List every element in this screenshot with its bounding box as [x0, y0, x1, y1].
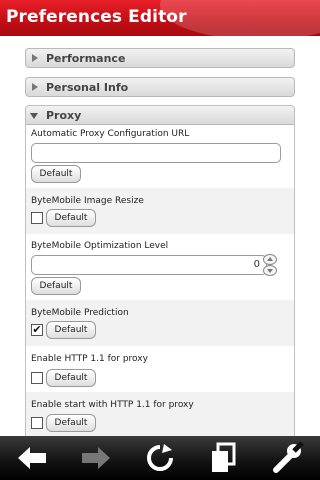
image-resize-checkbox[interactable]: [31, 212, 43, 224]
pref-label: ByteMobile Optimization Level: [31, 241, 169, 251]
tabs-icon: [212, 442, 236, 472]
pref-label: ByteMobile Image Resize: [31, 196, 144, 206]
forward-button[interactable]: [64, 436, 128, 480]
start-http11-checkbox[interactable]: [31, 417, 43, 429]
section-personal-info[interactable]: Personal Info: [25, 77, 295, 97]
spin-up-icon[interactable]: [263, 254, 277, 265]
bottom-toolbar: [0, 436, 320, 480]
prediction-checkbox[interactable]: ✔: [31, 324, 43, 336]
default-button[interactable]: Default: [46, 414, 96, 432]
expand-arrow-icon: [32, 83, 38, 91]
reload-icon: [147, 444, 173, 471]
collapse-arrow-icon: [30, 113, 38, 119]
pref-image-resize: ByteMobile Image Resize Default: [26, 188, 294, 234]
optimization-level-input[interactable]: 0: [31, 255, 267, 275]
default-button[interactable]: Default: [46, 321, 96, 339]
default-button[interactable]: Default: [46, 209, 96, 227]
default-button[interactable]: Default: [31, 277, 81, 295]
pref-auto-proxy-url: Automatic Proxy Configuration URL Defaul…: [26, 126, 294, 188]
tabs-button[interactable]: [192, 436, 256, 480]
http11-proxy-checkbox[interactable]: [31, 372, 43, 384]
pref-start-http11-proxy: Enable start with HTTP 1.1 for proxy Def…: [26, 392, 294, 436]
section-label: Performance: [46, 52, 126, 65]
pref-label: Automatic Proxy Configuration URL: [31, 129, 190, 139]
reload-button[interactable]: [128, 436, 192, 480]
preferences-content[interactable]: Performance Personal Info Proxy Automati…: [0, 36, 320, 436]
section-label: Personal Info: [46, 81, 129, 94]
pref-prediction: ByteMobile Prediction ✔ Default: [26, 300, 294, 346]
wrench-icon: [273, 442, 304, 473]
auto-proxy-url-input[interactable]: [31, 143, 281, 163]
section-performance[interactable]: Performance: [25, 48, 295, 68]
default-button[interactable]: Default: [46, 369, 96, 387]
section-label: Proxy: [46, 109, 82, 122]
section-proxy[interactable]: Proxy: [26, 106, 294, 125]
pref-label: Enable HTTP 1.1 for proxy: [31, 354, 148, 364]
settings-button[interactable]: [256, 436, 320, 480]
expand-arrow-icon: [32, 54, 38, 62]
forward-arrow-icon: [82, 447, 110, 469]
optimization-level-spinner[interactable]: [263, 254, 277, 276]
spin-down-icon[interactable]: [263, 265, 277, 276]
pref-label: Enable start with HTTP 1.1 for proxy: [31, 400, 194, 410]
back-arrow-icon: [18, 447, 46, 469]
section-proxy-panel: Proxy Automatic Proxy Configuration URL …: [25, 105, 295, 436]
pref-optimization-level: ByteMobile Optimization Level 0 Default: [26, 234, 294, 300]
title-bar: Preferences Editor: [0, 0, 320, 36]
pref-http11-proxy: Enable HTTP 1.1 for proxy Default: [26, 346, 294, 392]
default-button[interactable]: Default: [31, 165, 81, 183]
page-title: Preferences Editor: [6, 7, 187, 27]
back-button[interactable]: [0, 436, 64, 480]
pref-label: ByteMobile Prediction: [31, 308, 129, 318]
